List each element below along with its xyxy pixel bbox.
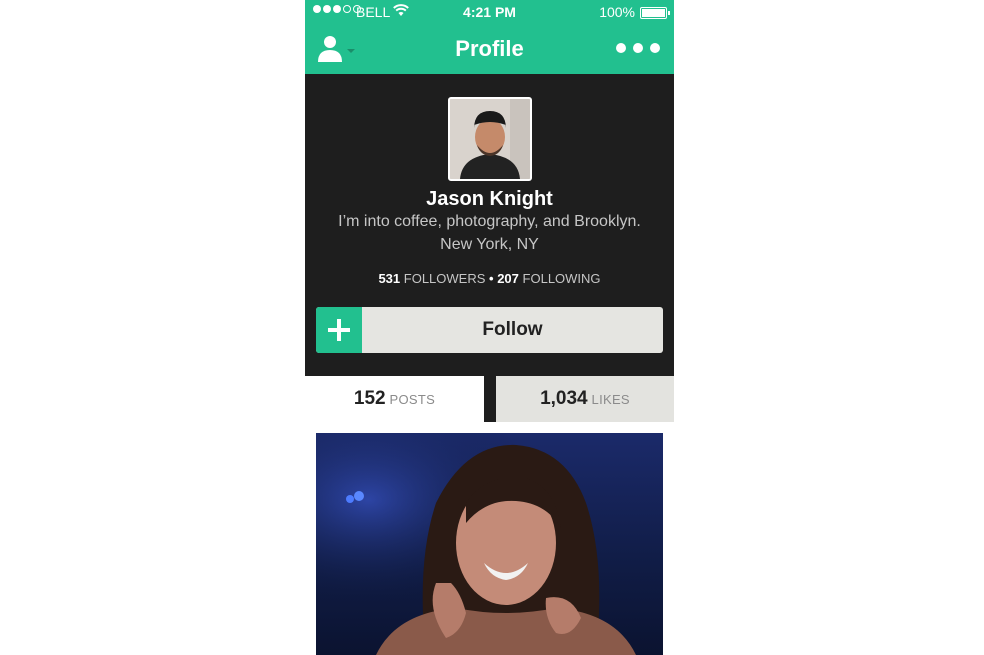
followers-label[interactable]: FOLLOWERS bbox=[404, 271, 486, 286]
profile-bio: I’m into coffee, photography, and Brookl… bbox=[338, 213, 641, 230]
posts-label: POSTS bbox=[389, 392, 436, 407]
battery-percentage: 100% bbox=[599, 4, 635, 20]
status-bar: BELL 4:21 PM 100% bbox=[305, 0, 674, 24]
profile-header: Jason Knight I’m into coffee, photograph… bbox=[305, 74, 674, 376]
followers-count[interactable]: 531 bbox=[378, 271, 400, 286]
likes-count: 1,034 bbox=[540, 388, 588, 409]
following-count[interactable]: 207 bbox=[497, 271, 519, 286]
follow-button-label: Follow bbox=[482, 319, 543, 340]
more-dots-icon[interactable] bbox=[616, 43, 660, 53]
stats-separator: • bbox=[489, 271, 494, 286]
phone-screen: BELL 4:21 PM 100% Profile Jason Knight I… bbox=[305, 0, 674, 655]
plus-icon bbox=[316, 307, 362, 353]
profile-location: New York, NY bbox=[440, 236, 539, 253]
tab-likes[interactable]: 1,034 LIKES bbox=[496, 376, 674, 422]
follow-button[interactable]: Follow bbox=[316, 307, 663, 353]
battery-icon bbox=[640, 7, 670, 19]
tab-posts[interactable]: 152 POSTS bbox=[305, 376, 484, 422]
avatar[interactable] bbox=[448, 97, 532, 181]
follow-stats: 531 FOLLOWERS • 207 FOLLOWING bbox=[305, 271, 674, 286]
header: BELL 4:21 PM 100% Profile bbox=[305, 0, 674, 74]
profile-name: Jason Knight bbox=[426, 188, 553, 210]
posts-count: 152 bbox=[353, 388, 386, 409]
post-image[interactable] bbox=[316, 433, 663, 655]
following-label[interactable]: FOLLOWING bbox=[523, 271, 601, 286]
likes-label: LIKES bbox=[591, 392, 630, 407]
